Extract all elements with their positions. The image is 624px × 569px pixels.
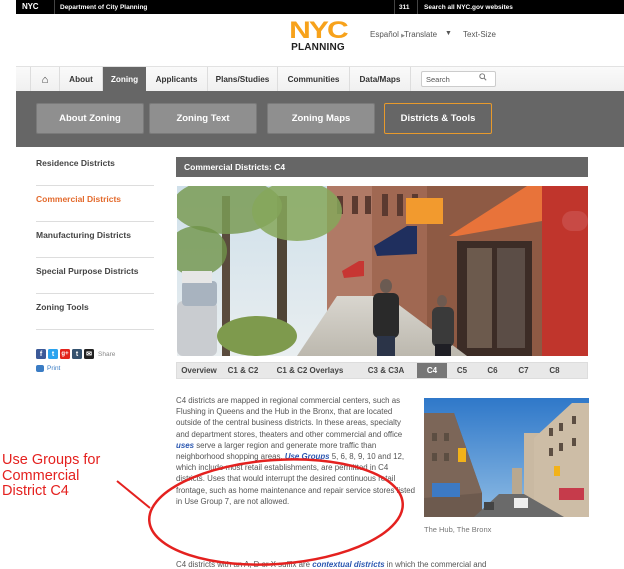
sidebar-item-manufacturing-districts[interactable]: Manufacturing Districts: [36, 222, 154, 258]
hub-street-illustration: [424, 398, 589, 517]
the-hub-photo: [424, 398, 589, 517]
tab-c3-c3a[interactable]: C3 & C3A: [355, 363, 417, 378]
subnav-zoning-text[interactable]: Zoning Text: [149, 103, 257, 134]
paragraph-text: in which the commercial and: [384, 560, 487, 569]
tab-c8[interactable]: C8: [539, 363, 570, 378]
google-plus-icon[interactable]: g+: [60, 349, 70, 359]
twitter-icon[interactable]: t: [48, 349, 58, 359]
text-size-link[interactable]: Text-Size: [463, 30, 496, 39]
nav-item-zoning[interactable]: Zoning: [103, 67, 146, 92]
search-input[interactable]: Search: [421, 71, 496, 87]
divider: [417, 0, 418, 14]
paragraph-text: C4 districts are mapped in regional comm…: [176, 396, 403, 439]
nav-item-plans-studies[interactable]: Plans/Studies: [208, 67, 278, 92]
search-icon[interactable]: [479, 73, 487, 83]
tab-c4[interactable]: C4: [417, 363, 447, 378]
divider: [54, 0, 55, 14]
tab-c1-c2[interactable]: C1 & C2: [221, 363, 265, 378]
annotation-label: Use Groups for Commercial District C4: [2, 452, 101, 500]
page-title: Commercial Districts: C4: [176, 157, 588, 177]
tab-overview[interactable]: Overview: [177, 363, 221, 378]
subnav-zoning-maps[interactable]: Zoning Maps: [267, 103, 375, 134]
sub-nav: About Zoning Zoning Text Zoning Maps Dis…: [16, 91, 624, 147]
sidebar-item-special-purpose-districts[interactable]: Special Purpose Districts: [36, 258, 154, 294]
paragraph-text: C4 districts with an A, D or X suffix ar…: [176, 560, 313, 569]
annotation-line: District C4: [2, 483, 69, 499]
annotation-line: Use Groups for: [2, 452, 101, 468]
share-bar: f t g+ t ✉ Share: [36, 349, 115, 359]
sidebar-item-zoning-tools[interactable]: Zoning Tools: [36, 294, 154, 330]
hero-photo: [177, 186, 588, 356]
use-groups-link[interactable]: Use Groups: [285, 452, 330, 461]
nav-item-communities[interactable]: Communities: [278, 67, 350, 92]
tab-c1-c2-overlays[interactable]: C1 & C2 Overlays: [265, 363, 355, 378]
contextual-paragraph: C4 districts with an A, D or X suffix ar…: [176, 559, 616, 569]
share-label[interactable]: Share: [98, 351, 115, 358]
contextual-districts-link[interactable]: contextual districts: [312, 560, 384, 569]
nav-item-about[interactable]: About: [60, 67, 103, 92]
nav-item-applicants[interactable]: Applicants: [146, 67, 208, 92]
nyc-logo[interactable]: NYC: [22, 2, 39, 11]
tab-c5[interactable]: C5: [447, 363, 477, 378]
uses-link[interactable]: uses: [176, 441, 194, 450]
espanol-link[interactable]: Español ▶: [370, 30, 405, 39]
espanol-label: Español: [370, 30, 399, 39]
nyc-planning-logo[interactable]: NYC PLANNING: [286, 19, 350, 60]
print-label: Print: [47, 365, 61, 372]
main-nav: ⌂ About Zoning Applicants Plans/Studies …: [16, 66, 624, 92]
search-placeholder: Search: [426, 75, 450, 84]
print-link[interactable]: Print: [36, 365, 60, 372]
street-scene-illustration: [177, 186, 588, 356]
sidebar-item-residence-districts[interactable]: Residence Districts: [36, 150, 154, 186]
annotation-pointer-line: [116, 480, 151, 509]
description-paragraph: C4 districts are mapped in regional comm…: [176, 395, 416, 507]
subnav-districts-tools[interactable]: Districts & Tools: [384, 103, 492, 134]
facebook-icon[interactable]: f: [36, 349, 46, 359]
district-tabs: Overview C1 & C2 C1 & C2 Overlays C3 & C…: [176, 362, 588, 379]
tumblr-icon[interactable]: t: [72, 349, 82, 359]
home-icon[interactable]: ⌂: [30, 67, 60, 92]
divider: [394, 0, 395, 14]
printer-icon: [36, 365, 44, 372]
photo-caption: The Hub, The Bronx: [424, 525, 492, 534]
nav-item-data-maps[interactable]: Data/Maps: [350, 67, 411, 92]
home-glyph: ⌂: [41, 73, 49, 86]
tab-c6[interactable]: C6: [477, 363, 508, 378]
tab-c7[interactable]: C7: [508, 363, 539, 378]
translate-link[interactable]: Translate: [404, 30, 437, 39]
email-icon[interactable]: ✉: [84, 349, 94, 359]
subnav-about-zoning[interactable]: About Zoning: [36, 103, 144, 134]
311-link[interactable]: 311: [399, 4, 410, 11]
department-link[interactable]: Department of City Planning: [60, 4, 147, 11]
logo-nyc-text: NYC: [289, 17, 349, 44]
translate-dropdown-icon[interactable]: ▼: [445, 30, 452, 37]
top-bar: NYC Department of City Planning 311 Sear…: [16, 0, 624, 14]
sidebar: Residence Districts Commercial Districts…: [36, 150, 154, 330]
sidebar-item-commercial-districts[interactable]: Commercial Districts: [36, 186, 154, 222]
search-all-link[interactable]: Search all NYC.gov websites: [424, 4, 513, 11]
annotation-line: Commercial: [2, 467, 80, 484]
